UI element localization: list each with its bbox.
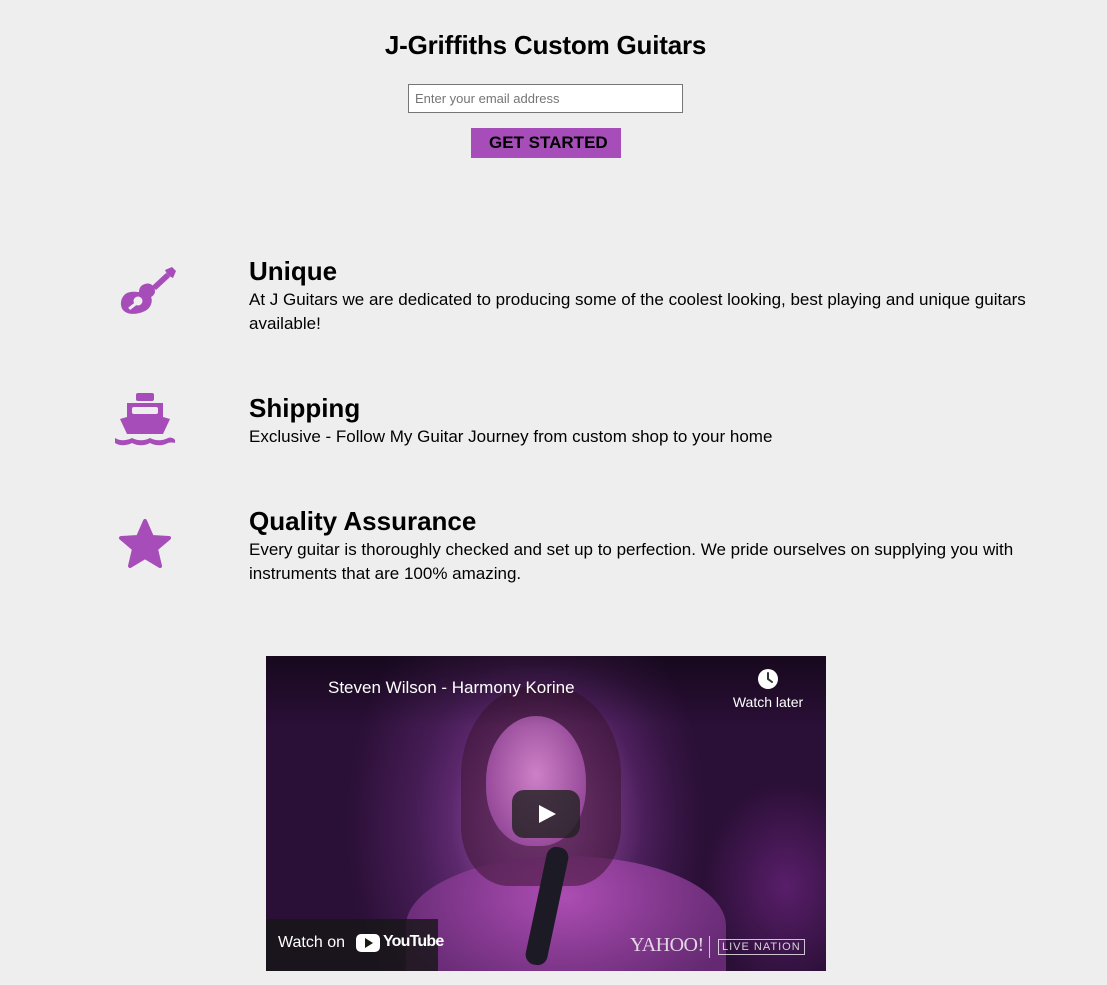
youtube-wordmark: YouTube — [383, 933, 444, 950]
watch-later-label: Watch later — [732, 694, 804, 710]
email-field[interactable] — [408, 84, 683, 113]
get-started-button[interactable]: GET STARTED — [471, 128, 621, 158]
feature-title: Unique — [249, 256, 338, 286]
guitar-icon — [110, 264, 180, 324]
feature-description: At J Guitars we are dedicated to produci… — [249, 290, 1026, 333]
feature-title: Shipping — [249, 393, 361, 423]
channel-avatar[interactable] — [280, 670, 320, 710]
watermark-divider — [709, 936, 710, 958]
watch-on-youtube-button[interactable]: Watch on YouTube — [266, 919, 444, 971]
video-title[interactable]: Steven Wilson - Harmony Korine — [328, 678, 575, 698]
video-embed[interactable]: Steven Wilson - Harmony Korine Watch lat… — [266, 656, 826, 971]
yahoo-watermark: YAHOO! — [630, 934, 704, 956]
watch-later-button[interactable]: Watch later — [728, 668, 808, 710]
watch-on-label: Watch on — [278, 934, 345, 951]
youtube-play-icon — [356, 934, 380, 952]
live-nation-watermark: LIVE NATION — [718, 939, 805, 955]
play-button[interactable] — [512, 790, 580, 838]
ship-icon — [110, 389, 180, 449]
star-icon — [110, 516, 180, 576]
feature-description: Every guitar is thoroughly checked and s… — [249, 540, 1014, 583]
feature-title: Quality Assurance — [249, 506, 477, 536]
page: J-Griffiths Custom Guitars GET STARTED U… — [0, 0, 1107, 985]
feature-description: Exclusive - Follow My Guitar Journey fro… — [249, 427, 773, 446]
play-icon — [539, 805, 556, 823]
page-title: J-Griffiths Custom Guitars — [384, 30, 707, 60]
clock-icon — [757, 668, 779, 690]
